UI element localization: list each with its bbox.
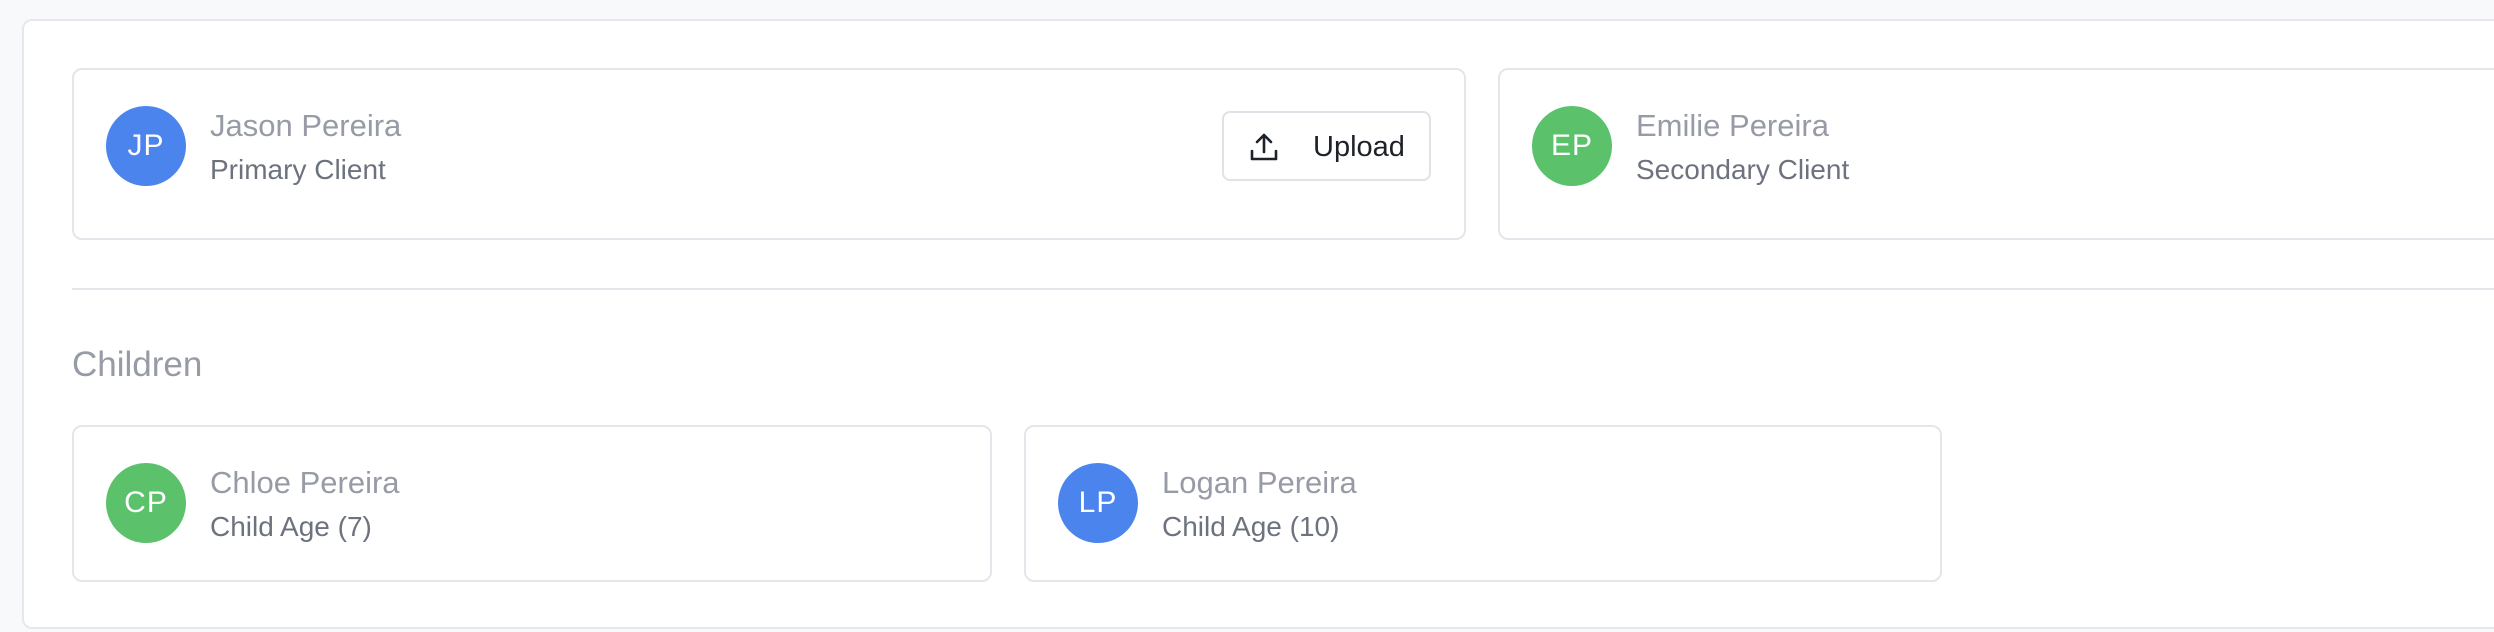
child-age: Child Age (7): [210, 511, 372, 542]
upload-button[interactable]: Upload: [1222, 111, 1431, 181]
child-name: Chloe Pereira: [210, 465, 400, 500]
upload-icon: [1248, 131, 1280, 163]
client-role: Primary Client: [210, 154, 386, 185]
children-section-title: Children: [72, 345, 203, 384]
avatar: JP: [106, 106, 186, 186]
client-name: Emilie Pereira: [1636, 108, 1829, 143]
child-name: Logan Pereira: [1162, 465, 1357, 500]
avatar: LP: [1058, 463, 1138, 543]
avatar: CP: [106, 463, 186, 543]
child-age: Child Age (10): [1162, 511, 1340, 542]
child-card[interactable]: [72, 425, 992, 582]
client-role: Secondary Client: [1636, 154, 1850, 185]
child-card[interactable]: [1024, 425, 1942, 582]
avatar: EP: [1532, 106, 1612, 186]
section-divider: [72, 288, 2494, 290]
client-name: Jason Pereira: [210, 108, 402, 143]
upload-button-label: Upload: [1313, 131, 1405, 163]
